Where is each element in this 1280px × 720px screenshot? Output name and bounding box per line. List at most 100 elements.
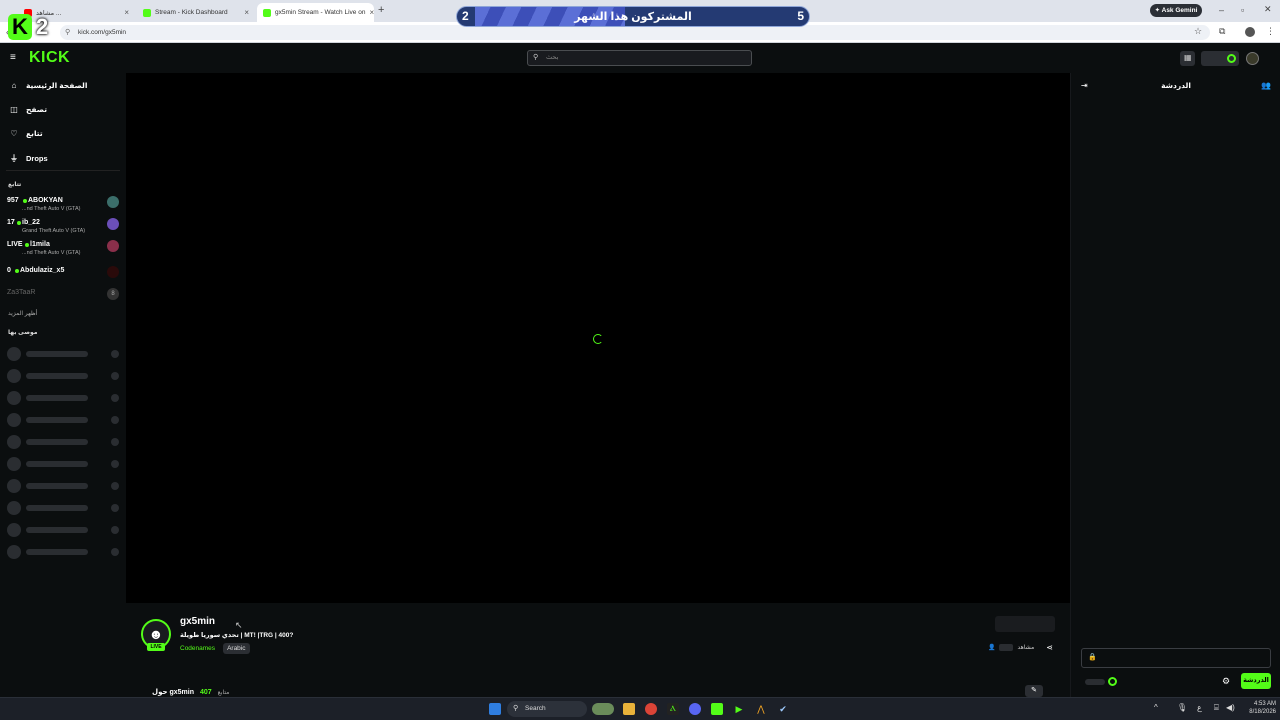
status-icon <box>1227 54 1236 63</box>
edit-icon[interactable]: ✎ <box>1025 685 1043 697</box>
windows-start-icon[interactable] <box>489 703 501 715</box>
sparkle-icon: ✦ <box>1154 7 1162 14</box>
settings-gear-icon[interactable]: ⚙ <box>1222 676 1230 687</box>
taskbar-search[interactable]: ⚲ Search <box>507 701 587 717</box>
site-info-icon[interactable]: ⚲ <box>65 25 70 40</box>
chat-send-button[interactable]: الدردشة <box>1241 673 1271 689</box>
loading-skeleton-item <box>7 391 119 405</box>
close-icon[interactable]: × <box>369 8 374 17</box>
channel-game: Grand Theft Auto V (GTA) <box>22 228 86 234</box>
sidebar-item-home[interactable]: ⌂ الصفحة الرئيسية <box>10 81 88 90</box>
channel-name: Za3TaaR <box>7 289 36 296</box>
drops-icon: ⏚ <box>10 154 18 163</box>
chat-panel: ⇥ الدردشة 👥 🔒 ⚙ الدردشة <box>1070 73 1280 697</box>
close-icon[interactable]: × <box>244 8 249 17</box>
app-icon[interactable]: Ⲁ <box>667 703 679 715</box>
loading-skeleton-item <box>7 501 119 515</box>
heart-icon: ♡ <box>10 129 18 138</box>
bookmark-star-icon[interactable]: ☆ <box>1194 27 1202 36</box>
stream-tags: Codenames Arabic <box>180 643 250 654</box>
browse-icon: ◫ <box>10 105 18 114</box>
discord-icon[interactable] <box>689 703 701 715</box>
url-field[interactable]: ⚲ kick.com/gx5min <box>60 25 1210 40</box>
close-window-icon[interactable]: ✕ <box>1264 5 1272 14</box>
taskbar-clock[interactable]: 4:53 AM 8/18/2026 <box>1240 700 1276 716</box>
sidebar-item-label: Drops <box>26 154 48 163</box>
channel-game: ...nd Theft Auto V (GTA) <box>22 250 81 256</box>
user-menu-button[interactable] <box>1201 51 1239 66</box>
minimize-icon[interactable]: – <box>1219 6 1224 15</box>
offline-channel[interactable]: Za3TaaR 8 <box>7 287 119 307</box>
sidebar-item-following[interactable]: ♡ تتابع <box>10 129 42 138</box>
status-icon <box>1108 677 1117 686</box>
maximize-icon[interactable]: ▫ <box>1241 6 1244 15</box>
search-icon: ⚲ <box>513 705 519 712</box>
close-icon[interactable]: × <box>124 8 129 17</box>
keyboard-language[interactable]: ع <box>1197 703 1202 712</box>
new-tab-icon[interactable]: + <box>378 5 384 16</box>
widgets-icon[interactable] <box>592 703 614 715</box>
steam-icon[interactable]: ✔ <box>777 703 789 715</box>
sidebar-item-label: تصفح <box>26 105 48 114</box>
layout-toggle-button[interactable]: ▦ <box>1180 51 1195 66</box>
hamburger-menu-icon[interactable]: ≡ <box>10 52 16 63</box>
sidebar-item-drops[interactable]: ⏚ Drops <box>10 153 48 164</box>
chrome-icon[interactable] <box>645 703 657 715</box>
kick-icon <box>143 8 151 17</box>
followed-channel[interactable]: LIVE l1mila ...nd Theft Auto V (GTA) <box>7 239 119 259</box>
followed-channel[interactable]: 957 ABOKYAN ...nd Theft Auto V (GTA) <box>7 195 119 215</box>
profile-avatar[interactable] <box>1245 27 1255 37</box>
menu-icon[interactable]: ⋮ <box>1266 27 1275 36</box>
sidebar-item-browse[interactable]: ◫ تصفح <box>10 105 47 114</box>
streamer-name[interactable]: gx5min <box>180 616 215 627</box>
subscriber-goal-bar: 2 المشتركون هذا الشهر 5 <box>456 6 810 27</box>
category-link[interactable]: Codenames <box>180 643 219 654</box>
divider <box>6 170 120 171</box>
live-dot <box>23 199 27 203</box>
kick-icon <box>263 8 271 17</box>
overlay-k-letter: K <box>12 14 28 39</box>
url-text: kick.com/gx5min <box>78 29 127 36</box>
followed-channel[interactable]: 17 ib_22 Grand Theft Auto V (GTA) <box>7 217 119 237</box>
follow-button-placeholder[interactable] <box>995 616 1055 632</box>
extensions-icon[interactable]: ⧉ <box>1219 27 1225 36</box>
network-icon[interactable]: ⌸ <box>1214 703 1219 713</box>
viewers-icon: 👤 <box>988 645 996 651</box>
kick-app-icon[interactable] <box>711 703 723 715</box>
followed-channel[interactable]: 0 Abdulaziz_x5 <box>7 265 119 285</box>
show-more-link[interactable]: أظهر المزيد <box>8 310 37 317</box>
tab-kick-dashboard[interactable]: Stream - Kick Dashboard × <box>137 3 255 22</box>
app-icon[interactable]: ⋀ <box>755 703 767 715</box>
loading-skeleton-item <box>7 457 119 471</box>
mouse-cursor-icon: ↖ <box>235 620 243 630</box>
video-player[interactable] <box>126 73 1070 603</box>
overlay-count: 2 <box>36 14 49 39</box>
language-tag[interactable]: Arabic <box>223 643 250 654</box>
microphone-icon[interactable]: 🎙 <box>1177 703 1187 712</box>
viewer-count: 17 <box>7 219 15 226</box>
user-avatar[interactable] <box>1246 52 1259 65</box>
volume-icon[interactable]: ◀) <box>1226 703 1235 712</box>
lock-icon: 🔒 <box>1088 654 1097 661</box>
viewer-count-placeholder <box>999 644 1014 651</box>
kick-logo[interactable]: KICK <box>29 49 70 67</box>
chat-status-placeholder <box>1085 679 1105 685</box>
loading-skeleton-item <box>7 523 119 537</box>
tray-chevron-icon[interactable]: ^ <box>1154 703 1158 712</box>
channel-name: ib_22 <box>22 219 40 226</box>
stream-info: ☻ LIVE gx5min ↖ تحدي سوريا طويلة | MT! |… <box>126 603 1070 697</box>
play-icon[interactable]: ▶ <box>733 703 745 715</box>
ask-gemini-button[interactable]: ✦ Ask Gemini <box>1150 4 1202 17</box>
chat-input[interactable]: 🔒 <box>1081 648 1271 668</box>
viewers-label: مشاهد <box>1017 645 1035 651</box>
share-icon[interactable]: ⋖ <box>1046 643 1053 652</box>
grid-icon: ▦ <box>1184 53 1192 62</box>
following-heading: تتابع <box>8 182 22 188</box>
tab-kick-stream[interactable]: gx5min Stream - Watch Live on × <box>257 3 374 22</box>
file-explorer-icon[interactable] <box>623 703 635 715</box>
followers-label: متابع <box>217 690 230 696</box>
chat-users-icon[interactable]: 👥 <box>1261 81 1271 90</box>
search-input[interactable]: ⚲ بحث <box>527 50 752 66</box>
loading-skeleton-item <box>7 369 119 383</box>
recommended-heading: موصى بها <box>8 330 38 336</box>
